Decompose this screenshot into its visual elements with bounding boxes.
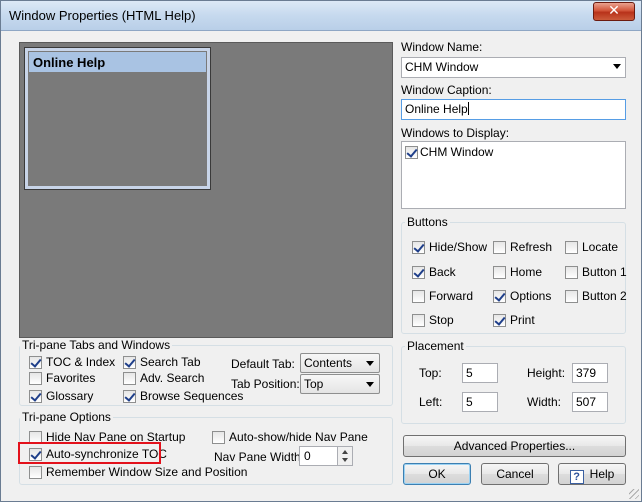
buttons-group-title: Buttons xyxy=(405,215,450,229)
window-caption-label: Window Caption: xyxy=(401,83,492,97)
checkbox-icon xyxy=(123,390,136,403)
checkbox-icon xyxy=(29,466,42,479)
width-input[interactable]: 507 xyxy=(572,392,608,412)
width-label: Width: xyxy=(527,395,562,409)
window-properties-dialog: Window Properties (HTML Help) ✕ Online H… xyxy=(0,0,642,502)
window-preview: Online Help xyxy=(19,42,393,338)
height-input[interactable]: 379 xyxy=(572,363,608,383)
highlight-annotation xyxy=(18,442,161,464)
default-tab-label: Default Tab: xyxy=(231,357,295,371)
height-label: Height: xyxy=(527,366,566,380)
nav-pane-width-stepper[interactable]: 0 xyxy=(299,446,353,466)
dialog-body: Online Help Window Name: CHM Window Wind… xyxy=(9,32,635,495)
checkbox-icon xyxy=(412,290,425,303)
preview-window[interactable]: Online Help xyxy=(24,47,211,190)
checkbox-icon xyxy=(565,241,578,254)
windows-to-display-label: Windows to Display: xyxy=(401,126,510,140)
tri-pane-tabs-group: Tri-pane Tabs and Windows TOC & Index Fa… xyxy=(19,338,393,406)
nav-pane-width-value: 0 xyxy=(304,449,311,463)
window-name-value: CHM Window xyxy=(405,60,479,74)
checkbox-label: Options xyxy=(510,289,552,303)
chevron-down-icon xyxy=(366,361,374,366)
tri-pane-options-title: Tri-pane Options xyxy=(20,410,113,424)
checkbox-label: Back xyxy=(429,265,456,279)
checkbox-label: Browse Sequences xyxy=(140,389,244,403)
checkbox-icon xyxy=(493,314,506,327)
default-tab-select[interactable]: Contents xyxy=(300,353,380,373)
checkbox-icon xyxy=(405,146,418,159)
window-caption-input[interactable]: Online Help xyxy=(401,99,626,120)
checkbox-label: Button 2 xyxy=(582,289,627,303)
checkbox-icon xyxy=(565,290,578,303)
top-label: Top: xyxy=(419,366,442,380)
resize-grip-icon[interactable] xyxy=(629,489,639,499)
checkbox-label: Search Tab xyxy=(140,355,201,369)
checkbox-icon xyxy=(29,390,42,403)
checkbox-icon xyxy=(565,266,578,279)
left-label: Left: xyxy=(419,395,443,409)
arrow-up-icon[interactable] xyxy=(342,450,348,454)
tab-position-label: Tab Position: xyxy=(231,377,300,391)
buttons-group: Buttons Hide/Show Refresh Locate Back Ho… xyxy=(401,215,627,334)
ok-button[interactable]: OK xyxy=(403,463,471,485)
checkbox-label: Forward xyxy=(429,289,474,303)
checkbox-icon xyxy=(123,372,136,385)
checkbox-label: Stop xyxy=(429,313,454,327)
checkbox-label: Home xyxy=(510,265,543,279)
placement-group: Placement Top: 5 Height: 379 Left: 5 Wid… xyxy=(401,339,626,424)
list-item-label: CHM Window xyxy=(420,145,494,159)
checkbox-icon xyxy=(412,266,425,279)
window-title: Window Properties (HTML Help) xyxy=(9,8,196,23)
help-icon: ? xyxy=(569,470,584,484)
height-value: 379 xyxy=(576,366,597,380)
checkbox-icon xyxy=(493,241,506,254)
close-button[interactable]: ✕ xyxy=(593,2,635,21)
nav-pane-width-label: Nav Pane Width: xyxy=(214,450,305,464)
spin-buttons[interactable] xyxy=(337,447,352,465)
checkbox-label: Locate xyxy=(582,240,619,254)
top-input[interactable]: 5 xyxy=(462,363,498,383)
checkbox-label: Glossary xyxy=(46,389,94,403)
help-button-label: Help xyxy=(589,467,615,481)
window-name-select[interactable]: CHM Window xyxy=(401,57,626,78)
checkbox-icon xyxy=(29,356,42,369)
placement-group-title: Placement xyxy=(405,339,466,353)
checkbox-label: Adv. Search xyxy=(140,371,205,385)
checkbox-icon xyxy=(493,290,506,303)
chevron-down-icon xyxy=(366,382,374,387)
left-value: 5 xyxy=(466,395,473,409)
window-name-label: Window Name: xyxy=(401,40,483,54)
windows-to-display-list[interactable]: CHM Window xyxy=(401,141,626,209)
top-value: 5 xyxy=(466,366,473,380)
checkbox-label: Favorites xyxy=(46,371,96,385)
checkbox-icon xyxy=(212,431,225,444)
tab-position-select[interactable]: Top xyxy=(300,374,380,394)
checkbox-icon xyxy=(412,314,425,327)
left-input[interactable]: 5 xyxy=(462,392,498,412)
checkbox-label: Hide/Show xyxy=(429,240,488,254)
chevron-down-icon xyxy=(613,64,621,69)
title-bar[interactable]: Window Properties (HTML Help) ✕ xyxy=(1,1,641,31)
cancel-button[interactable]: Cancel xyxy=(481,463,549,485)
preview-caption: Online Help xyxy=(29,52,206,72)
help-button[interactable]: ? Help xyxy=(558,463,626,485)
checkbox-icon xyxy=(412,241,425,254)
default-tab-value: Contents xyxy=(304,356,353,370)
checkbox-label: Button 1 xyxy=(582,265,627,279)
checkbox-icon xyxy=(29,372,42,385)
arrow-down-icon[interactable] xyxy=(342,458,348,462)
advanced-properties-button[interactable]: Advanced Properties... xyxy=(403,435,626,457)
text-cursor xyxy=(467,102,469,115)
checkbox-label: Refresh xyxy=(510,240,553,254)
checkbox-label: Auto-show/hide Nav Pane xyxy=(229,430,368,444)
tri-pane-tabs-title: Tri-pane Tabs and Windows xyxy=(20,338,173,352)
window-caption-value: Online Help xyxy=(405,102,468,116)
checkbox-label: Print xyxy=(510,313,535,327)
checkbox-icon xyxy=(123,356,136,369)
checkbox-icon xyxy=(493,266,506,279)
width-value: 507 xyxy=(576,395,597,409)
checkbox-label: TOC & Index xyxy=(46,355,116,369)
checkbox-label: Remember Window Size and Position xyxy=(46,465,248,479)
tab-position-value: Top xyxy=(304,377,324,391)
